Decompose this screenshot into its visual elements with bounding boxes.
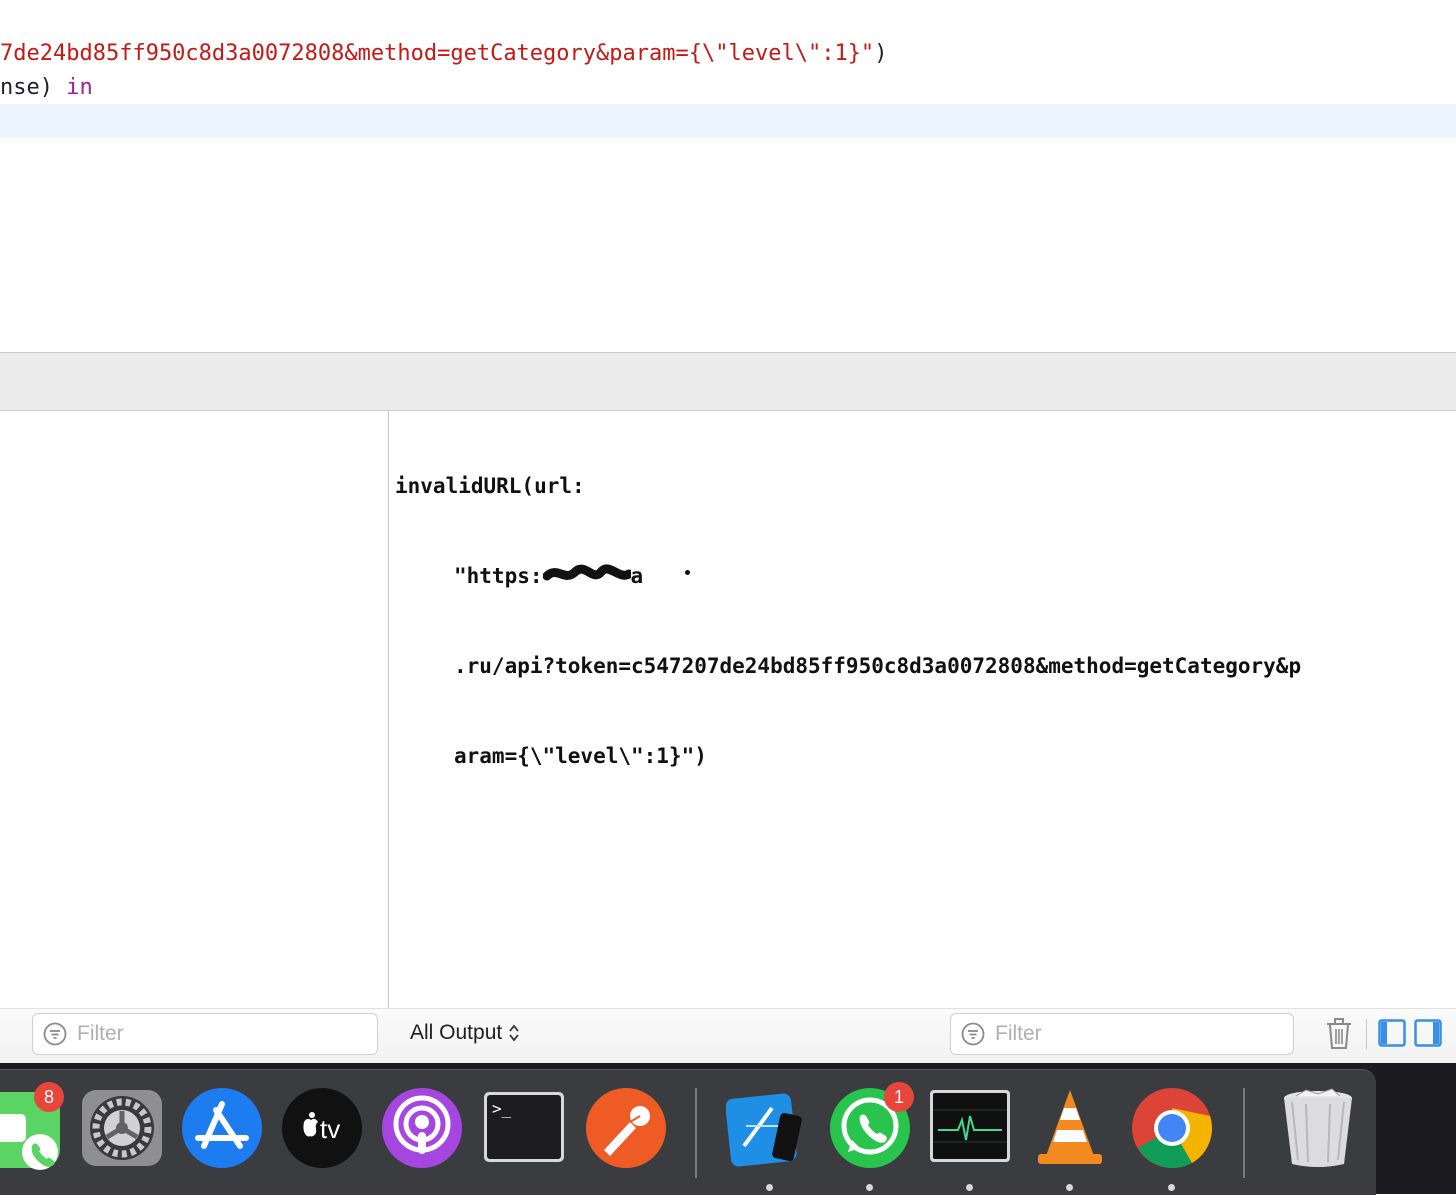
running-indicator (966, 1184, 973, 1191)
apple-tv-label: tv (320, 1114, 340, 1144)
trash-icon (1284, 1088, 1352, 1167)
gear-icon (82, 1090, 162, 1166)
console-line: "https: a (395, 561, 1301, 591)
dock-app-store[interactable] (180, 1086, 264, 1170)
dock-postman[interactable] (584, 1086, 668, 1170)
terminal-icon: >_ (484, 1092, 564, 1162)
debug-bottom-bar: All Output (0, 1008, 1456, 1064)
running-indicator (766, 1184, 773, 1191)
console-line: aram={\"level\":1}") (454, 744, 707, 768)
code-line-url[interactable]: 7de24bd85ff950c8d3a0072808&method=getCat… (0, 37, 887, 71)
dock-terminal[interactable]: >_ (482, 1086, 566, 1170)
variables-filter-input[interactable] (75, 1021, 347, 1047)
keyword-in: in (66, 75, 93, 100)
dock-whatsapp[interactable]: 1 (828, 1082, 914, 1170)
show-console-view-icon[interactable] (1414, 1019, 1442, 1047)
running-indicator (1066, 1184, 1073, 1191)
dock-trash[interactable] (1276, 1086, 1360, 1170)
url-scheme: "https: (454, 564, 543, 588)
closure-params: nse) (0, 75, 67, 100)
console-filter-input[interactable] (993, 1021, 1263, 1047)
console-text: invalidURL(url: "https: a .ru/api?token=c… (395, 411, 1301, 831)
stray-dot (685, 570, 691, 575)
url-host-tail: a (630, 564, 644, 588)
debug-toolbar (0, 353, 1456, 411)
filter-icon (43, 1022, 67, 1046)
dock-facetime[interactable]: 8 (0, 1082, 64, 1170)
dock-podcasts[interactable] (380, 1086, 464, 1170)
dock: 8 tv >_ 1 (0, 1069, 1376, 1195)
xcode-icon (726, 1093, 802, 1167)
up-down-chevron-icon (509, 1024, 519, 1042)
app-store-icon (182, 1088, 262, 1168)
podcasts-icon (382, 1088, 462, 1168)
clear-console-trash-icon[interactable] (1324, 1017, 1354, 1051)
console-filter-field[interactable] (950, 1013, 1294, 1055)
running-indicator (866, 1184, 873, 1191)
dock-separator (695, 1088, 697, 1178)
console-line: invalidURL(url: (395, 474, 585, 498)
variables-filter-field[interactable] (32, 1013, 378, 1055)
postman-icon (586, 1088, 666, 1168)
dock-apple-tv[interactable]: tv (280, 1086, 364, 1170)
console-output[interactable]: invalidURL(url: "https: a .ru/api?token=c… (389, 411, 1456, 1008)
filter-icon (961, 1022, 985, 1046)
running-indicator (1168, 1184, 1175, 1191)
output-selector[interactable]: All Output (410, 1021, 520, 1045)
dock-activity-monitor[interactable] (928, 1086, 1012, 1170)
dock-google-chrome[interactable] (1130, 1086, 1214, 1170)
toolbar-separator (1366, 1019, 1367, 1049)
current-line-highlight[interactable] (0, 104, 1456, 138)
console-line: .ru/api?token=c547207de24bd85ff950c8d3a0… (454, 654, 1302, 678)
dock-system-preferences[interactable] (80, 1086, 164, 1170)
apple-tv-icon: tv (282, 1088, 362, 1168)
closing-paren: ) (874, 41, 888, 66)
string-literal: 7de24bd85ff950c8d3a0072808&method=getCat… (0, 41, 875, 66)
notification-badge: 8 (34, 1082, 64, 1112)
terminal-prompt: >_ (492, 1099, 512, 1118)
code-line-closure[interactable]: nse) in (0, 71, 93, 105)
variables-view[interactable] (0, 411, 388, 1063)
chrome-icon (1132, 1088, 1212, 1168)
dock-xcode[interactable] (726, 1086, 810, 1170)
code-editor[interactable]: 7de24bd85ff950c8d3a0072808&method=getCat… (0, 0, 1456, 352)
vlc-cone-icon (1038, 1090, 1102, 1164)
dock-separator (1243, 1088, 1245, 1178)
notification-badge: 1 (884, 1082, 914, 1112)
show-variables-view-icon[interactable] (1378, 1019, 1406, 1047)
dock-vlc[interactable] (1028, 1086, 1112, 1170)
activity-monitor-icon (930, 1090, 1010, 1162)
output-selector-label: All Output (410, 1021, 503, 1044)
redaction-scribble (542, 564, 631, 581)
